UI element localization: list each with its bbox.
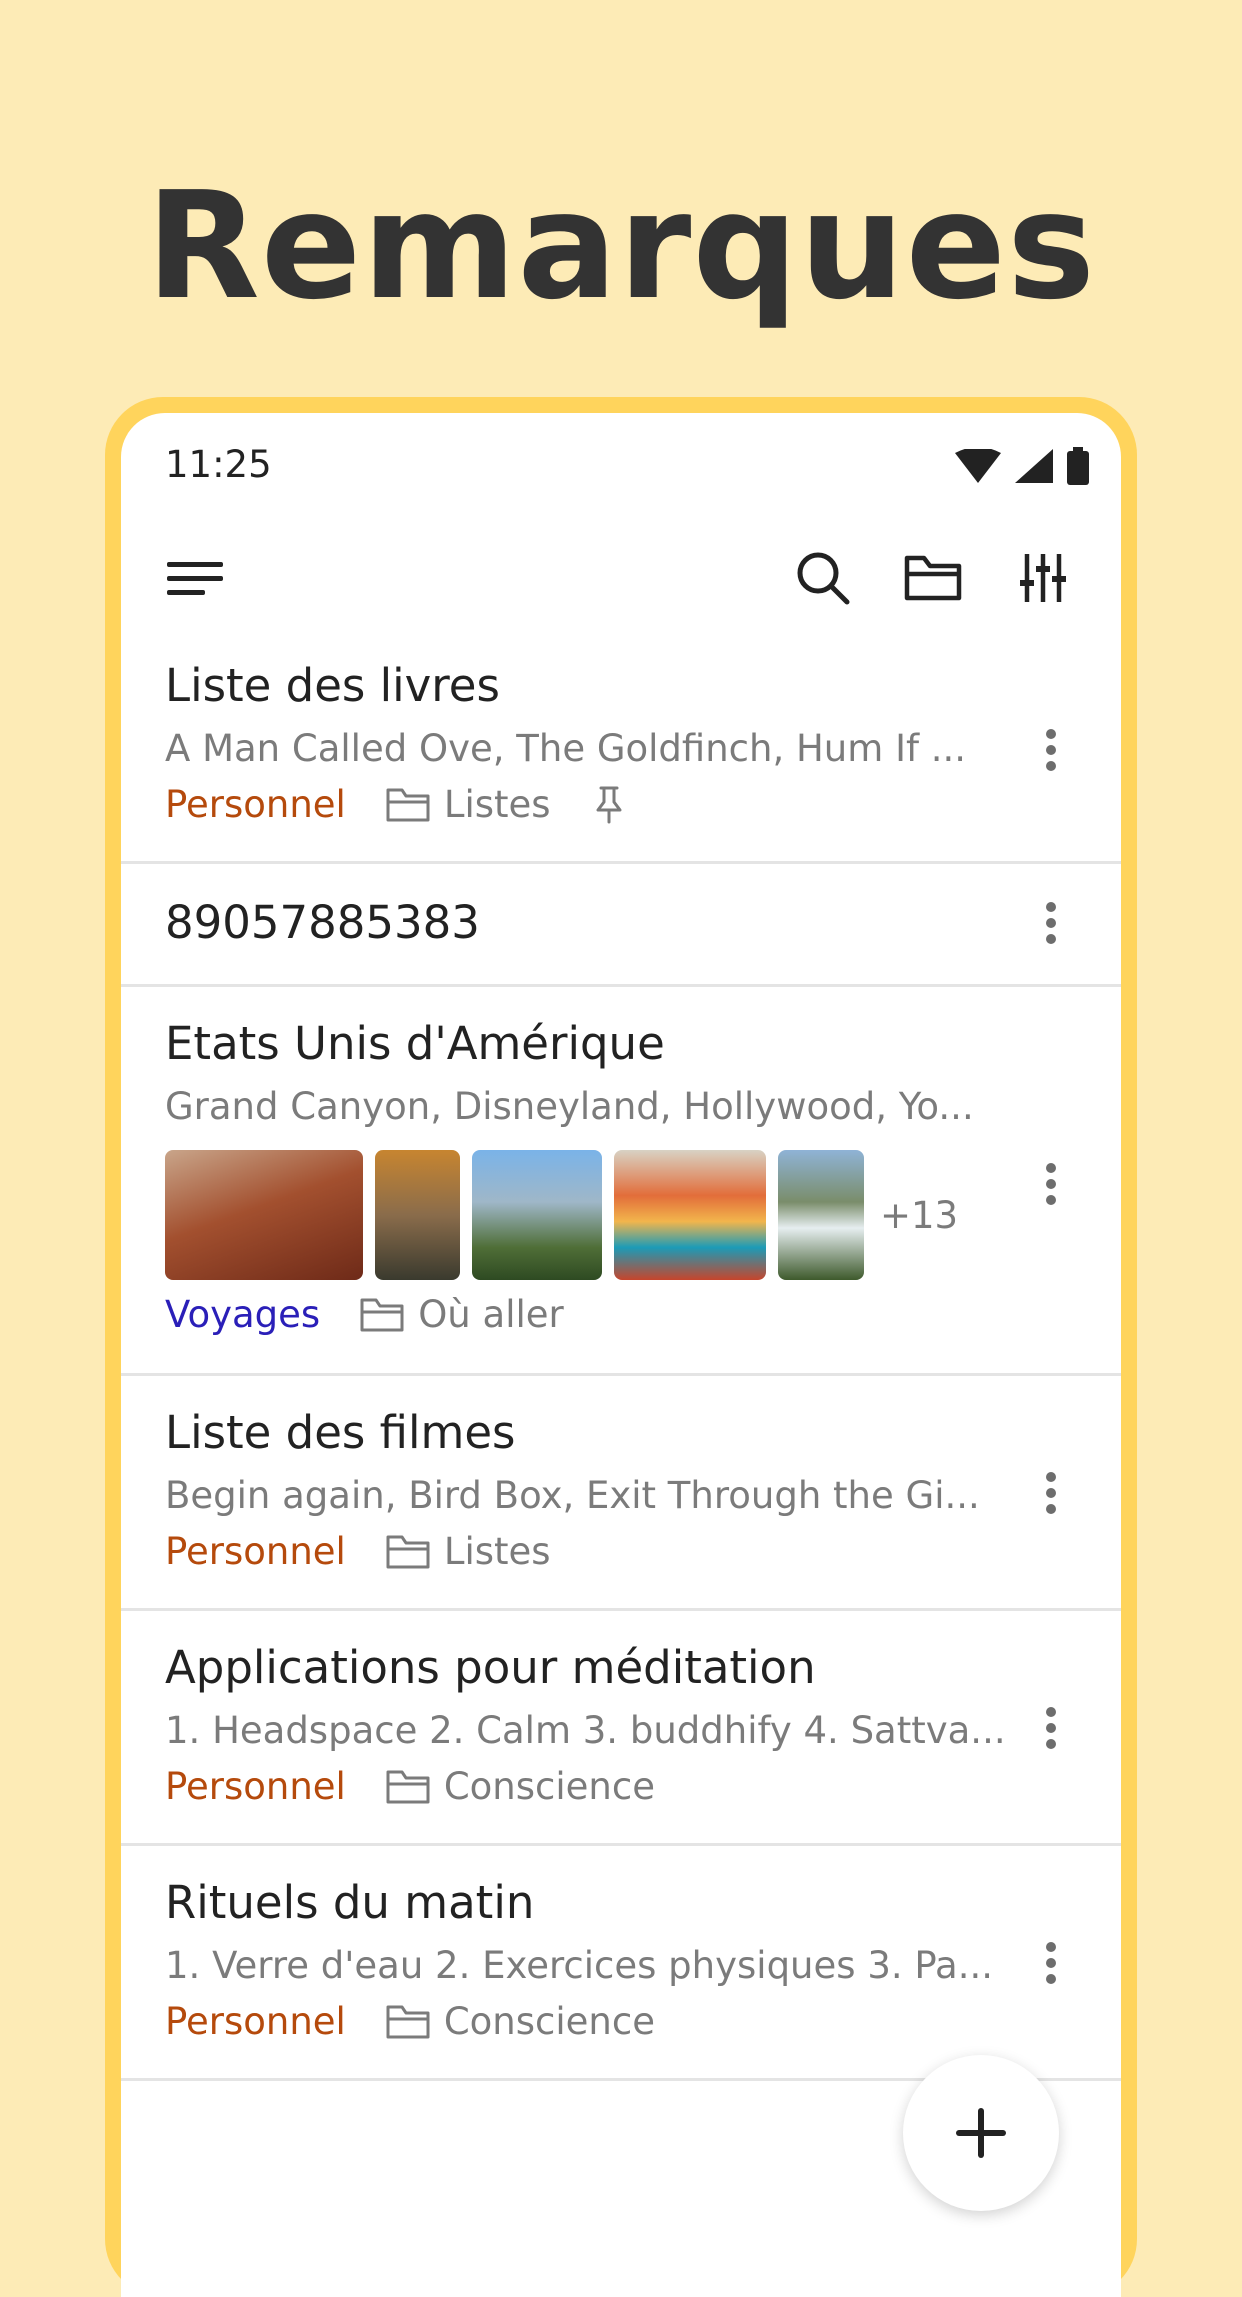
plus-icon xyxy=(956,2108,1006,2158)
note-item-number[interactable]: 89057885383 xyxy=(121,864,1121,987)
folder-label[interactable]: Où aller xyxy=(418,1293,564,1336)
folder-icon xyxy=(386,2005,430,2038)
folder-label[interactable]: Conscience xyxy=(444,1765,655,1808)
note-item-books[interactable]: Liste des livres A Man Called Ove, The G… xyxy=(121,643,1121,864)
note-item-meditation[interactable]: Applications pour méditation 1. Headspac… xyxy=(121,1611,1121,1846)
folder-label[interactable]: Conscience xyxy=(444,2000,655,2043)
note-title: Liste des filmes xyxy=(165,1406,516,1459)
note-title: Rituels du matin xyxy=(165,1876,535,1929)
note-meta: Personnel Conscience xyxy=(165,2000,655,2043)
folder-label[interactable]: Listes xyxy=(444,1530,551,1573)
status-bar: 11:25 xyxy=(121,413,1121,509)
thumbnail-autumn-forest[interactable] xyxy=(375,1150,460,1280)
tag-label[interactable]: Personnel xyxy=(165,1530,346,1573)
wifi-icon xyxy=(955,449,1001,483)
note-title: Etats Unis d'Amérique xyxy=(165,1017,665,1070)
note-meta: Voyages Où aller xyxy=(165,1293,564,1336)
more-images-count[interactable]: +13 xyxy=(880,1194,958,1237)
more-options-icon[interactable] xyxy=(1041,902,1061,944)
more-options-icon[interactable] xyxy=(1041,1707,1061,1749)
status-icons xyxy=(955,447,1089,485)
status-time: 11:25 xyxy=(165,443,272,486)
add-note-button[interactable] xyxy=(903,2055,1059,2211)
tag-label[interactable]: Personnel xyxy=(165,2000,346,2043)
more-options-icon[interactable] xyxy=(1041,1163,1061,1205)
folder-icon[interactable] xyxy=(893,523,973,633)
thumbnail-canyon[interactable] xyxy=(165,1150,363,1280)
more-options-icon[interactable] xyxy=(1041,1472,1061,1514)
thumbnail-hot-spring[interactable] xyxy=(614,1150,766,1280)
image-thumbnails: +13 xyxy=(165,1150,958,1280)
note-preview: 1. Verre d'eau 2. Exercices physiques 3.… xyxy=(165,1944,993,1987)
more-options-icon[interactable] xyxy=(1041,1942,1061,1984)
app-screen: 11:25 Liste des livres A Man Called Ove,… xyxy=(121,413,1121,2297)
tag-label[interactable]: Personnel xyxy=(165,783,346,826)
battery-icon xyxy=(1067,447,1089,485)
phone-frame: 11:25 Liste des livres A Man Called Ove,… xyxy=(105,397,1137,2297)
search-icon[interactable] xyxy=(783,523,863,633)
note-title: 89057885383 xyxy=(165,896,480,949)
thumbnail-waterfall[interactable] xyxy=(778,1150,864,1280)
thumbnail-mountain-valley[interactable] xyxy=(472,1150,602,1280)
folder-icon xyxy=(360,1298,404,1331)
signal-icon xyxy=(1015,449,1053,483)
note-title: Liste des livres xyxy=(165,659,500,712)
note-item-films[interactable]: Liste des filmes Begin again, Bird Box, … xyxy=(121,1376,1121,1611)
toolbar xyxy=(121,523,1121,633)
tag-label[interactable]: Voyages xyxy=(165,1293,320,1336)
note-preview: 1. Headspace 2. Calm 3. buddhify 4. Satt… xyxy=(165,1709,1006,1752)
note-list: Liste des livres A Man Called Ove, The G… xyxy=(121,643,1121,2081)
tag-label[interactable]: Personnel xyxy=(165,1765,346,1808)
note-meta: Personnel Listes xyxy=(165,1530,551,1573)
note-meta: Personnel Conscience xyxy=(165,1765,655,1808)
promo-title: Remarques xyxy=(145,160,1097,332)
menu-icon[interactable] xyxy=(155,523,235,633)
folder-icon xyxy=(386,1535,430,1568)
note-title: Applications pour méditation xyxy=(165,1641,816,1694)
note-meta: Personnel Listes xyxy=(165,783,623,826)
note-preview: Grand Canyon, Disneyland, Hollywood, Yo.… xyxy=(165,1085,974,1128)
folder-icon xyxy=(386,1770,430,1803)
filter-sliders-icon[interactable] xyxy=(1003,523,1083,633)
folder-label[interactable]: Listes xyxy=(444,783,551,826)
folder-icon xyxy=(386,788,430,821)
note-item-morning-rituals[interactable]: Rituels du matin 1. Verre d'eau 2. Exerc… xyxy=(121,1846,1121,2081)
note-preview: A Man Called Ove, The Goldfinch, Hum If … xyxy=(165,727,967,770)
pin-icon xyxy=(596,786,622,823)
note-item-usa[interactable]: Etats Unis d'Amérique Grand Canyon, Disn… xyxy=(121,987,1121,1376)
note-preview: Begin again, Bird Box, Exit Through the … xyxy=(165,1474,980,1517)
more-options-icon[interactable] xyxy=(1041,729,1061,771)
